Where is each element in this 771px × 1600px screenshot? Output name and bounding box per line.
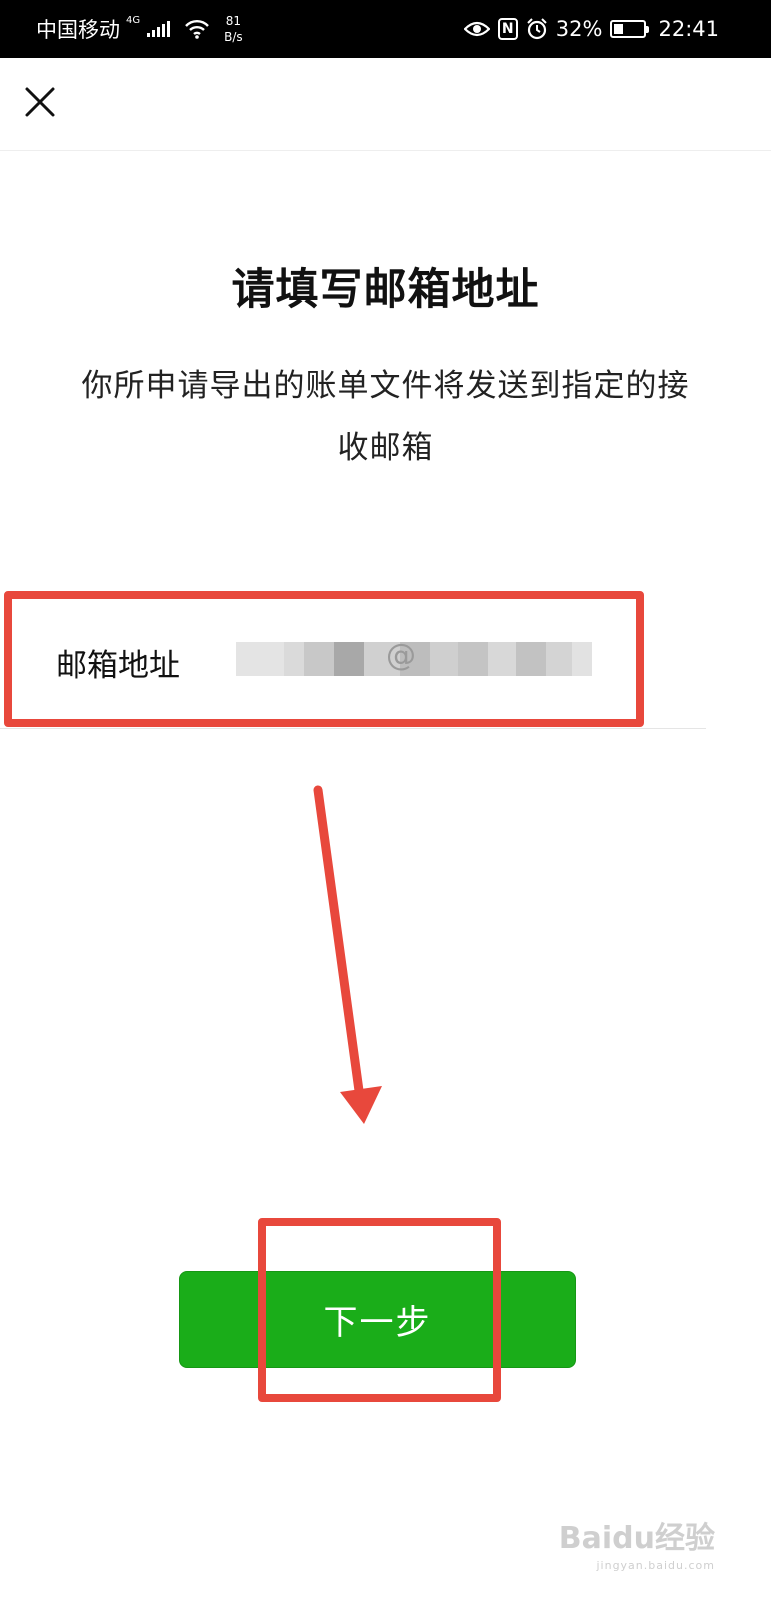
battery-percent: 32% bbox=[555, 17, 603, 41]
page-title: 请填写邮箱地址 bbox=[231, 265, 540, 315]
status-right: N 32% 22:41 bbox=[463, 0, 719, 58]
annotation-box-email bbox=[4, 591, 644, 727]
nav-header bbox=[0, 58, 771, 151]
battery-icon bbox=[610, 20, 650, 38]
status-bar: 中国移动 4G 81 B/s N 32% 22:41 bbox=[0, 0, 771, 58]
eye-icon bbox=[463, 21, 490, 37]
clock: 22:41 bbox=[658, 17, 719, 41]
speed-unit: B/s bbox=[224, 30, 243, 44]
close-button[interactable] bbox=[18, 80, 62, 124]
annotation-box-next bbox=[258, 1218, 501, 1402]
wifi-icon bbox=[185, 20, 210, 39]
speed-value: 81 bbox=[225, 14, 242, 28]
signal-icon bbox=[147, 21, 171, 37]
carrier-name: 中国移动 bbox=[36, 18, 120, 42]
watermark-text: Baidu经验 bbox=[558, 1521, 715, 1556]
close-icon bbox=[25, 87, 55, 117]
status-left: 中国移动 4G 81 B/s bbox=[36, 0, 243, 58]
baidu-watermark: Baidu经验 jingyan.baidu.com bbox=[559, 1513, 715, 1572]
network-speed: 81 B/s bbox=[224, 13, 243, 45]
network-type: 4G bbox=[126, 14, 141, 26]
watermark-sub: jingyan.baidu.com bbox=[596, 1559, 715, 1572]
nfc-icon: N bbox=[497, 18, 518, 40]
alarm-icon bbox=[527, 18, 547, 40]
page-description: 你所申请导出的账单文件将发送到指定的接收邮箱 bbox=[81, 368, 690, 466]
